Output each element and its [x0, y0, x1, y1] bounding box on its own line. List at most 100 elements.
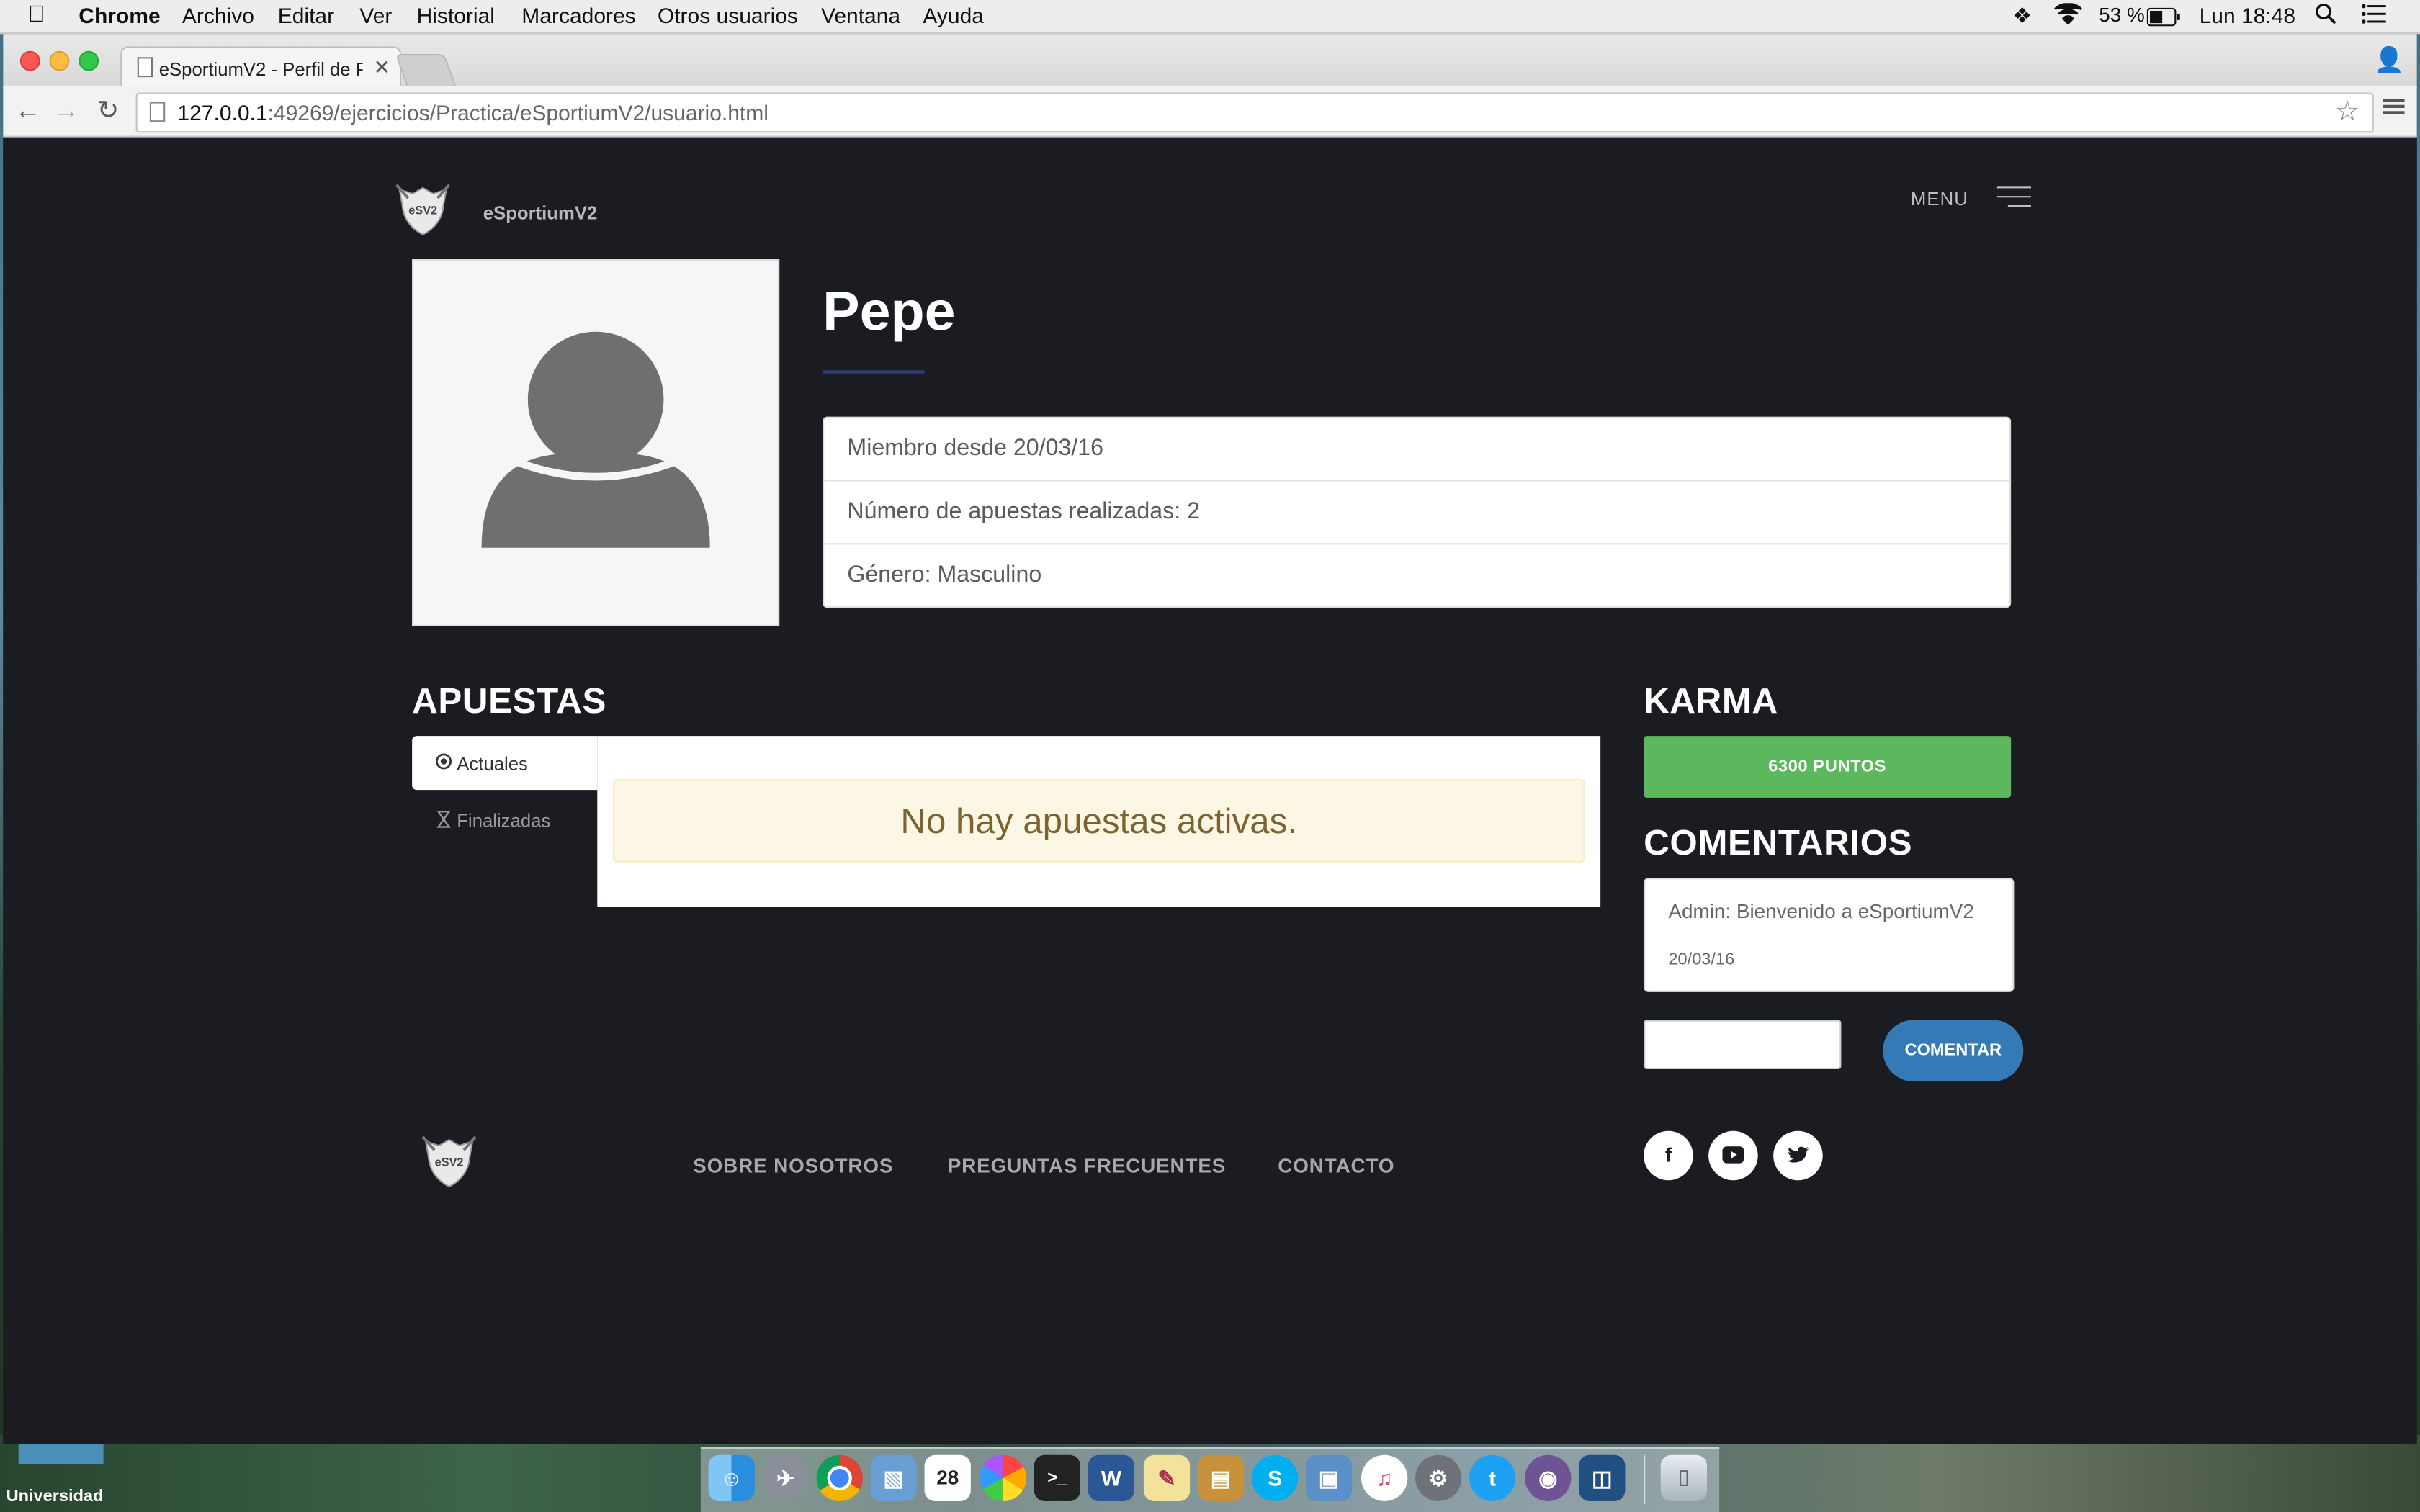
battery-percent: 53 %: [2099, 3, 2145, 27]
preview-icon[interactable]: ▧: [870, 1454, 917, 1501]
youtube-icon[interactable]: [1708, 1130, 1758, 1181]
user-silhouette-icon: [481, 331, 710, 548]
address-bar[interactable]: 127.0.0.1:49269/ejercicios/Practica/eSpo…: [135, 92, 2374, 133]
mac-menu-bar:  Chrome Archivo Editar Ver Historial Ma…: [0, 0, 2420, 35]
facebook-icon[interactable]: f: [1644, 1130, 1693, 1181]
info-gender: Género: Masculino: [847, 562, 1042, 588]
hourglass-icon: [436, 810, 451, 833]
bets-heading: APUESTAS: [412, 680, 607, 721]
reload-icon[interactable]: ↻: [93, 96, 124, 127]
menu-marcadores[interactable]: Marcadores: [521, 3, 635, 27]
skype-icon[interactable]: S: [1251, 1454, 1299, 1501]
karma-points-badge: 6300 PUNTOS: [1644, 736, 2012, 798]
info-member-since: Miembro desde 20/03/16: [824, 418, 2009, 482]
footer-link-preguntas-frecuentes[interactable]: PREGUNTAS FRECUENTES: [948, 1154, 1227, 1177]
site-brand[interactable]: eSportiumV2: [483, 202, 598, 224]
sourcetree-icon[interactable]: ◫: [1579, 1454, 1626, 1501]
back-arrow-icon[interactable]: ←: [12, 96, 43, 127]
calendar-icon[interactable]: 28: [924, 1454, 971, 1501]
comment-card: Admin: Bienvenido a eSportiumV2 20/03/16: [1644, 878, 2015, 992]
footer-link-contacto[interactable]: CONTACTO: [1278, 1154, 1394, 1177]
wifi-icon[interactable]: [2054, 2, 2082, 29]
bookmark-star-icon[interactable]: ☆: [2335, 96, 2360, 128]
page-favicon-icon: [137, 57, 153, 78]
notification-center-icon[interactable]: [2361, 3, 2386, 29]
comment-input[interactable]: [1644, 1020, 1842, 1069]
github-icon[interactable]: ◉: [1525, 1454, 1572, 1501]
new-tab-button[interactable]: [395, 54, 457, 89]
launchpad-icon[interactable]: ✈: [762, 1454, 809, 1501]
system-preferences-icon[interactable]: ⚙: [1415, 1454, 1462, 1501]
chrome-menu-icon[interactable]: [2383, 96, 2408, 127]
browser-toolbar: ← → ↻ 127.0.0.1:49269/ejercicios/Practic…: [3, 86, 2417, 138]
desktop-folder-icon[interactable]: [18, 1444, 104, 1464]
url-text[interactable]: 127.0.0.1:49269/ejercicios/Practica/eSpo…: [177, 100, 768, 125]
page-icon: [149, 102, 166, 122]
forward-arrow-icon[interactable]: →: [51, 96, 82, 127]
window-close-button[interactable]: [19, 50, 40, 71]
site-menu-label[interactable]: MENU: [1911, 188, 1968, 210]
site-logo-icon[interactable]: eSV2: [393, 181, 452, 239]
comment-date: 20/03/16: [1668, 950, 1735, 969]
comment-text: Admin: Bienvenido a eSportiumV2: [1668, 899, 1974, 923]
menu-historial[interactable]: Historial: [417, 3, 495, 27]
hamburger-menu-icon[interactable]: [1996, 186, 2031, 208]
dock-separator: [1644, 1454, 1646, 1505]
profile-icon[interactable]: 👤: [2370, 45, 2407, 78]
footer-logo-icon[interactable]: eSV2: [420, 1133, 478, 1191]
no-bets-alert: No hay apuestas activas.: [612, 779, 1585, 863]
menu-ver[interactable]: Ver: [359, 3, 392, 27]
tab-strip: eSportiumV2 - Perfil de Pepe ✕ 👤: [3, 34, 2417, 90]
info-bets-count: Número de apuestas realizadas: 2: [824, 482, 2009, 545]
battery-icon[interactable]: [2146, 6, 2181, 31]
profile-name: Pepe: [823, 279, 956, 343]
tab-actuales-label: Actuales: [457, 752, 528, 775]
mac-dock: ☺ ✈ ▧ 28 >_ W ✎ ▤ S ▣ ♫ ⚙ t ◉ ◫ ⌷: [700, 1446, 1720, 1512]
tab-title: eSportiumV2 - Perfil de Pepe: [158, 58, 363, 81]
menu-clock[interactable]: Lun 18:48: [2200, 3, 2295, 27]
dropbox-icon[interactable]: ❖: [2012, 3, 2032, 29]
karma-heading: KARMA: [1644, 680, 1778, 721]
word-icon[interactable]: W: [1088, 1454, 1134, 1501]
comments-heading: COMENTARIOS: [1644, 822, 1913, 863]
menu-ventana[interactable]: Ventana: [821, 3, 900, 27]
finder-icon[interactable]: ☺: [708, 1454, 755, 1501]
menu-ayuda[interactable]: Ayuda: [923, 3, 984, 27]
bets-panel: No hay apuestas activas.: [597, 736, 1601, 907]
archive-icon[interactable]: ▤: [1197, 1454, 1245, 1501]
terminal-icon[interactable]: >_: [1034, 1454, 1080, 1501]
avatar: [412, 259, 780, 626]
tab-finalizadas[interactable]: Finalizadas: [412, 791, 597, 845]
window-zoom-button[interactable]: [79, 50, 99, 71]
page-content: eSV2 eSportiumV2 MENU Pepe Miembro desde…: [3, 137, 2417, 1444]
browser-window: eSportiumV2 - Perfil de Pepe ✕ 👤 ← → ↻ 1…: [3, 34, 2417, 1444]
remote-desktop-icon[interactable]: ▣: [1305, 1454, 1353, 1501]
menu-otros-usuarios[interactable]: Otros usuarios: [658, 3, 798, 27]
notes-icon[interactable]: ✎: [1143, 1454, 1191, 1501]
tab-actuales[interactable]: Actuales: [412, 736, 598, 791]
profile-info-list: Miembro desde 20/03/16 Número de apuesta…: [823, 416, 2012, 608]
svg-text:eSV2: eSV2: [435, 1156, 464, 1169]
twitter-icon[interactable]: [1773, 1130, 1823, 1181]
menu-editar[interactable]: Editar: [278, 3, 334, 27]
browser-tab[interactable]: eSportiumV2 - Perfil de Pepe ✕: [120, 46, 402, 90]
svg-text:eSV2: eSV2: [408, 204, 437, 217]
photos-icon[interactable]: [980, 1454, 1026, 1501]
spotlight-icon[interactable]: [2315, 3, 2336, 29]
title-underline: [823, 370, 925, 374]
trash-icon[interactable]: ⌷: [1660, 1454, 1707, 1501]
window-minimize-button[interactable]: [49, 50, 70, 71]
footer-link-sobre-nosotros[interactable]: SOBRE NOSOTROS: [693, 1154, 893, 1177]
desktop-folder-label[interactable]: Universidad: [6, 1488, 104, 1506]
dot-circle-icon: [435, 753, 452, 775]
menu-archivo[interactable]: Archivo: [182, 3, 254, 27]
menu-app-name[interactable]: Chrome: [79, 3, 160, 27]
itunes-icon[interactable]: ♫: [1361, 1454, 1408, 1501]
chrome-icon[interactable]: [816, 1454, 863, 1501]
tab-finalizadas-label: Finalizadas: [457, 810, 551, 832]
tab-close-icon[interactable]: ✕: [374, 55, 390, 80]
twitter-app-icon[interactable]: t: [1469, 1454, 1516, 1501]
comment-button[interactable]: COMENTAR: [1883, 1020, 2024, 1082]
apple-icon[interactable]: : [28, 1, 45, 27]
calendar-day: 28: [936, 1465, 959, 1489]
